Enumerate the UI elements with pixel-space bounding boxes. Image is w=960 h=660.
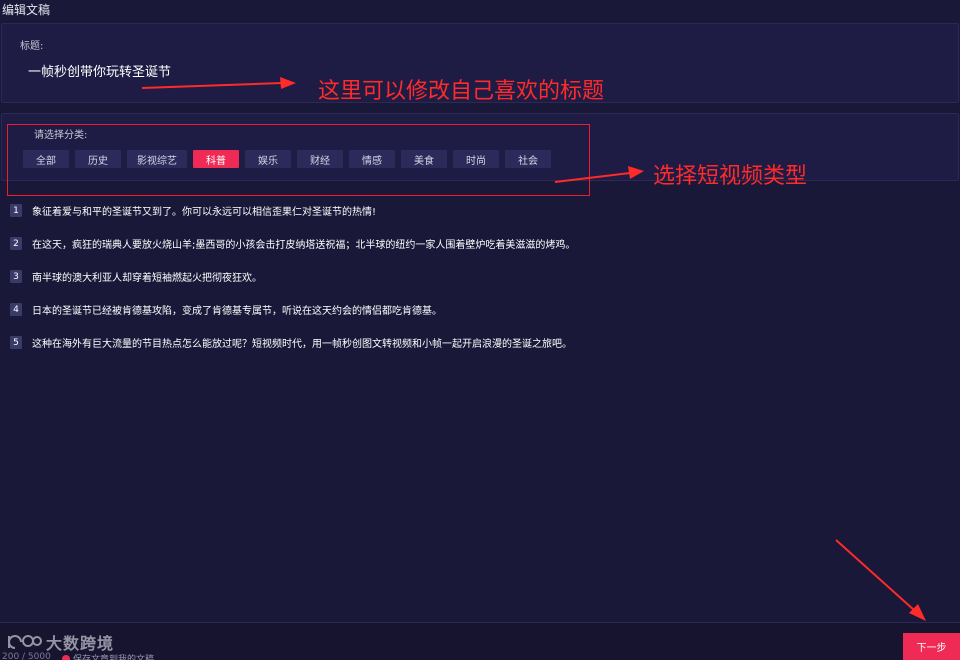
watermark-logo: 大数跨境 — [6, 630, 114, 654]
script-line[interactable]: 4 日本的圣诞节已经被肯德基攻陷，变成了肯德基专属节，听说在这天约会的情侣都吃肯… — [10, 302, 910, 317]
line-text: 日本的圣诞节已经被肯德基攻陷，变成了肯德基专属节，听说在这天约会的情侣都吃肯德基… — [32, 306, 442, 317]
line-number: 2 — [10, 237, 22, 250]
title-input[interactable] — [28, 58, 298, 82]
category-annotation: 选择短视频类型 — [653, 164, 808, 189]
script-line[interactable]: 2 在这天，疯狂的瑞典人要放火烧山羊;墨西哥的小孩会击打皮纳塔送祝福；北半球的纽… — [10, 236, 910, 251]
next-step-button[interactable]: 下一步 — [903, 633, 960, 660]
script-line[interactable]: 3 南半球的澳大利亚人却穿着短袖燃起火把彻夜狂欢。 — [10, 269, 910, 284]
category-list: 全部 历史 影视综艺 科普 娱乐 财经 情感 美食 时尚 社会 — [23, 150, 551, 168]
logo-text: 大数跨境 — [46, 634, 115, 653]
save-label: 保存文章到我的文稿 — [73, 655, 155, 660]
category-chip-history[interactable]: 历史 — [75, 150, 121, 168]
category-chip-science[interactable]: 科普 — [193, 150, 239, 168]
title-annotation: 这里可以修改自己喜欢的标题 — [318, 79, 605, 104]
category-panel: 请选择分类: 全部 历史 影视综艺 科普 娱乐 财经 情感 美食 时尚 社会 — [1, 113, 959, 181]
category-chip-film-variety[interactable]: 影视综艺 — [127, 150, 187, 168]
next-arrow-icon — [835, 539, 926, 621]
script-line[interactable]: 5 这种在海外有巨大流量的节目热点怎么能放过呢？短视频时代，用一帧秒创图文转视频… — [10, 335, 910, 350]
category-chip-emotion[interactable]: 情感 — [349, 150, 395, 168]
page-title: 编辑文稿 — [2, 3, 51, 17]
line-number: 3 — [10, 270, 22, 283]
line-text: 南半球的澳大利亚人却穿着短袖燃起火把彻夜狂欢。 — [32, 273, 262, 284]
title-label: 标题: — [20, 41, 44, 52]
line-text: 在这天，疯狂的瑞典人要放火烧山羊;墨西哥的小孩会击打皮纳塔送祝福；北半球的纽约一… — [32, 240, 576, 251]
logo-mark-icon — [8, 635, 42, 649]
category-chip-food[interactable]: 美食 — [401, 150, 447, 168]
save-to-drafts[interactable]: 保存文章到我的文稿 — [62, 652, 154, 660]
script-line[interactable]: 1 象征着爱与和平的圣诞节又到了。你可以永远可以相信歪果仁对圣诞节的热情! — [10, 203, 910, 218]
line-text: 这种在海外有巨大流量的节目热点怎么能放过呢？短视频时代，用一帧秒创图文转视频和小… — [32, 339, 572, 350]
category-chip-entertainment[interactable]: 娱乐 — [245, 150, 291, 168]
category-label: 请选择分类: — [34, 130, 88, 141]
line-number: 5 — [10, 336, 22, 349]
category-chip-fashion[interactable]: 时尚 — [453, 150, 499, 168]
line-number: 4 — [10, 303, 22, 316]
save-check-icon[interactable] — [62, 654, 70, 660]
line-number: 1 — [10, 204, 22, 217]
line-text: 象征着爱与和平的圣诞节又到了。你可以永远可以相信歪果仁对圣诞节的热情! — [32, 207, 377, 218]
word-count: 200 / 5000 — [2, 652, 51, 660]
category-chip-all[interactable]: 全部 — [23, 150, 69, 168]
category-chip-finance[interactable]: 财经 — [297, 150, 343, 168]
category-chip-society[interactable]: 社会 — [505, 150, 551, 168]
